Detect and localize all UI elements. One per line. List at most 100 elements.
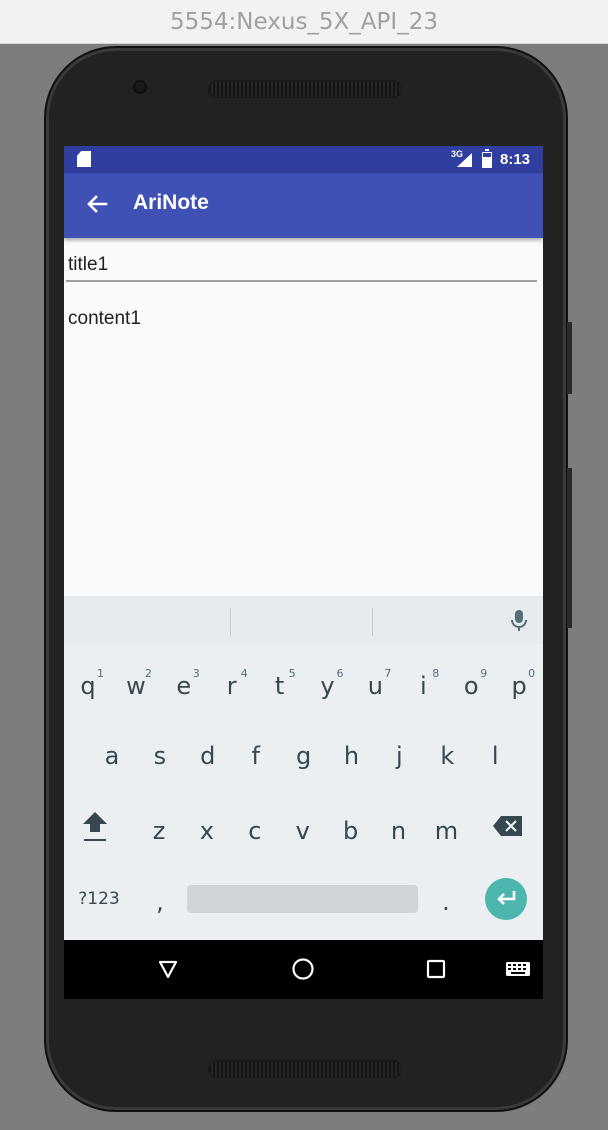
key-hint: 7 (384, 667, 392, 680)
key-hint: 6 (336, 667, 344, 680)
key-q[interactable]: q1 (64, 656, 112, 716)
key-label: u (367, 672, 383, 700)
symbols-key[interactable]: ?123 (68, 869, 130, 929)
key-e[interactable]: e3 (160, 656, 208, 716)
signal-alert: ! (469, 153, 473, 167)
key-i[interactable]: i8 (399, 656, 447, 716)
sd-card-icon (77, 151, 91, 167)
key-label: t (274, 672, 285, 700)
emulator-title: 5554:Nexus_5X_API_23 (170, 9, 438, 35)
period-key-label: . (442, 888, 450, 916)
key-label: f (251, 742, 260, 770)
key-a[interactable]: a (88, 726, 136, 786)
key-label: y (320, 672, 335, 700)
key-label: n (390, 817, 407, 845)
key-h[interactable]: h (328, 726, 376, 786)
key-b[interactable]: b (327, 801, 375, 861)
key-hint: 0 (528, 667, 536, 680)
app-bar: AriNote (64, 173, 543, 238)
arrow-back-icon[interactable] (78, 187, 114, 223)
comma-key-label: , (156, 888, 164, 916)
key-label: z (152, 817, 166, 845)
network-type: 3G (451, 149, 464, 159)
square-recents-icon[interactable] (421, 954, 451, 984)
key-v[interactable]: v (279, 801, 327, 861)
note-title-input[interactable]: title1 (64, 238, 543, 282)
key-s[interactable]: s (136, 726, 184, 786)
key-hint: 4 (240, 667, 248, 680)
enter-icon (497, 891, 516, 905)
battery-icon (482, 149, 492, 168)
key-label: i (419, 672, 427, 700)
comma-key[interactable]: , (140, 872, 180, 932)
key-r[interactable]: r4 (208, 656, 256, 716)
key-label: h (343, 742, 360, 770)
key-f[interactable]: f (232, 726, 280, 786)
key-l[interactable]: l (471, 726, 519, 786)
key-u[interactable]: u7 (351, 656, 399, 716)
key-w[interactable]: w2 (112, 656, 160, 716)
key-label: c (248, 817, 262, 845)
key-p[interactable]: p0 (495, 656, 543, 716)
key-label: j (396, 742, 403, 770)
status-time: 8:13 (500, 151, 531, 168)
key-label: x (199, 817, 214, 845)
key-x[interactable]: x (183, 801, 231, 861)
key-label: d (200, 742, 216, 770)
top-speaker (208, 80, 402, 98)
keyboard-icon[interactable] (503, 954, 533, 984)
microphone-icon[interactable] (504, 606, 534, 636)
shift-icon[interactable] (78, 806, 112, 846)
note-content-value: content1 (68, 308, 141, 329)
key-g[interactable]: g (280, 726, 328, 786)
navigation-bar (64, 940, 543, 999)
key-label: o (463, 672, 479, 700)
key-label: v (295, 817, 310, 845)
period-key[interactable]: . (426, 872, 466, 932)
key-label: m (434, 817, 459, 845)
key-hint: 9 (480, 667, 488, 680)
power-button[interactable] (567, 322, 572, 394)
spacebar[interactable] (187, 885, 418, 913)
key-hint: 8 (432, 667, 440, 680)
key-label: a (104, 742, 120, 770)
backspace-icon[interactable] (491, 814, 525, 838)
key-label: b (342, 817, 359, 845)
symbols-key-label: ?123 (78, 889, 120, 909)
key-label: w (126, 672, 146, 700)
key-k[interactable]: k (423, 726, 471, 786)
key-y[interactable]: y6 (304, 656, 352, 716)
key-c[interactable]: c (231, 801, 279, 861)
key-label: g (295, 742, 312, 770)
key-j[interactable]: j (375, 726, 423, 786)
enter-button[interactable] (485, 878, 527, 920)
key-t[interactable]: t5 (256, 656, 304, 716)
key-label: p (511, 672, 527, 700)
key-hint: 1 (97, 667, 104, 680)
note-content-input[interactable]: content1 (64, 296, 543, 596)
bottom-speaker (208, 1060, 402, 1078)
app-title: AriNote (133, 191, 209, 214)
soft-keyboard: ?123 , . q1w2e3r4t5y6u7i8o9p0asdfghjklzx… (64, 596, 543, 940)
key-label: r (226, 672, 237, 700)
key-o[interactable]: o9 (447, 656, 495, 716)
key-d[interactable]: d (184, 726, 232, 786)
emulator-title-bar: 5554:Nexus_5X_API_23 (0, 0, 608, 44)
key-label: e (176, 672, 192, 700)
circle-home-icon[interactable] (288, 954, 318, 984)
strip-divider (372, 608, 373, 636)
triangle-back-icon[interactable] (153, 954, 183, 984)
front-camera (133, 80, 147, 94)
key-label: q (80, 672, 96, 700)
key-m[interactable]: m (422, 801, 470, 861)
note-title-value: title1 (68, 254, 109, 275)
key-hint: 5 (288, 667, 296, 680)
status-bar: 3G ! 8:13 (64, 146, 543, 173)
key-hint: 3 (192, 667, 200, 680)
volume-button[interactable] (567, 468, 572, 628)
device-screen: 3G ! 8:13 AriNote title1 content1 ?123 ,… (64, 146, 543, 999)
key-z[interactable]: z (135, 801, 183, 861)
key-hint: 2 (144, 667, 152, 680)
key-n[interactable]: n (375, 801, 423, 861)
key-label: k (440, 742, 455, 770)
